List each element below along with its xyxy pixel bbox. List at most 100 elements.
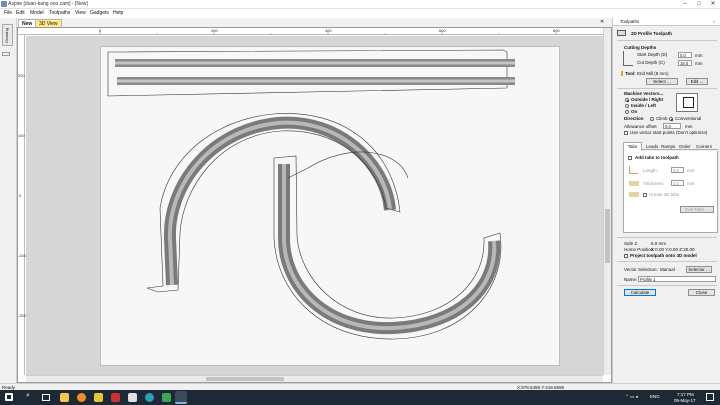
- length-label: Length:: [643, 168, 659, 173]
- maximize-button[interactable]: □: [692, 0, 706, 9]
- start-depth-input[interactable]: 0.0: [678, 52, 692, 58]
- tray-icons[interactable]: ⌃ ▭ ◂: [625, 394, 638, 400]
- menu-gadgets[interactable]: Gadgets: [90, 10, 109, 16]
- horizontal-scroll-thumb[interactable]: [206, 377, 284, 381]
- toolpath-drawing[interactable]: [18, 28, 613, 384]
- cut-depth-unit: mm: [695, 61, 703, 66]
- folder-icon[interactable]: [94, 393, 103, 402]
- divider: [617, 40, 717, 41]
- allowance-input[interactable]: 0.0: [663, 123, 681, 129]
- app-icon: [1, 1, 7, 7]
- thickness-unit: mm: [687, 181, 695, 186]
- name-label: Name:: [624, 277, 638, 282]
- menu-help[interactable]: Help: [113, 10, 123, 16]
- thickness-label: Thickness:: [643, 181, 665, 186]
- depth-diagram-icon: [623, 51, 633, 66]
- profile-toolpath-icon: [617, 30, 626, 36]
- 2d-view[interactable]: 0 200 400 600 800 200 100 0 -100 -200: [17, 27, 612, 383]
- project-toolpath-checkbox[interactable]: [624, 254, 628, 258]
- selector-button[interactable]: Selector ...: [686, 266, 712, 273]
- calculate-button[interactable]: Calculate: [624, 289, 656, 296]
- aspire-taskbar-icon[interactable]: [175, 391, 187, 404]
- length-icon: [629, 166, 638, 174]
- divider: [617, 285, 717, 286]
- climb-label: Climb: [656, 116, 668, 121]
- subtab-order[interactable]: Order: [679, 144, 691, 149]
- vector-selection-label: Vector Selection:: [624, 267, 658, 272]
- toolpaths-panel: Toolpaths ▫ 2D Profile Toolpath Cutting …: [612, 18, 720, 383]
- edit-tabs-button[interactable]: Edit Tabs ...: [680, 206, 714, 213]
- vector-selection-value: Manual: [660, 267, 675, 272]
- menu-view[interactable]: View: [75, 10, 86, 16]
- search-icon[interactable]: ⌕: [26, 392, 30, 400]
- horizontal-scrollbar[interactable]: [26, 375, 603, 382]
- drawing-panel-strip: Drawing: [0, 18, 17, 383]
- menu-toolpaths[interactable]: Toolpaths: [49, 10, 70, 16]
- notifications-icon[interactable]: [706, 393, 714, 401]
- menu-file[interactable]: File: [4, 10, 12, 16]
- thickness-icon: [629, 181, 639, 186]
- menu-model[interactable]: Model: [30, 10, 44, 16]
- toolpath-name-input[interactable]: Profile 1: [638, 276, 716, 282]
- on-label: On: [631, 109, 638, 114]
- tab-new[interactable]: New: [18, 19, 37, 27]
- add-tabs-checkbox[interactable]: [628, 156, 632, 160]
- arduino-icon[interactable]: [145, 393, 154, 402]
- add-tabs-label: Add tabs to toolpath: [635, 155, 679, 160]
- vertical-scroll-thumb[interactable]: [605, 209, 610, 263]
- vector-start-label: Use vector start points (Don't optimize): [630, 130, 708, 135]
- edit-tool-button[interactable]: Edit ...: [686, 78, 708, 85]
- thickness-input[interactable]: 2.0: [671, 180, 684, 186]
- inside-left-radio[interactable]: [625, 104, 629, 108]
- tool-label: Tool:: [625, 71, 636, 76]
- language-indicator[interactable]: ENG: [650, 394, 660, 399]
- file-explorer-icon[interactable]: [60, 393, 69, 402]
- subtab-ramps[interactable]: Ramps: [661, 144, 675, 149]
- task-view-icon[interactable]: [42, 394, 50, 401]
- start-depth-unit: mm: [695, 53, 703, 58]
- close-view-icon[interactable]: ✕: [600, 19, 604, 25]
- panel-pin-icon[interactable]: ▫: [713, 19, 715, 24]
- windows-start-icon[interactable]: [5, 393, 13, 401]
- start-depth-label: Start Depth (D): [637, 52, 668, 57]
- climb-radio[interactable]: [650, 117, 654, 121]
- firefox-icon[interactable]: [77, 393, 86, 402]
- outside-right-radio[interactable]: [625, 98, 629, 102]
- subtab-leads[interactable]: Leads: [646, 144, 658, 149]
- subtab-corners[interactable]: Corners: [696, 144, 712, 149]
- on-radio[interactable]: [625, 110, 629, 114]
- panel-title: Toolpaths: [620, 19, 640, 24]
- clock-date[interactable]: 05-May-17: [674, 398, 696, 403]
- app-icon-red[interactable]: [111, 393, 120, 402]
- create-3d-tabs-label: Create 3D tabs: [649, 192, 680, 197]
- conventional-label: Conventional: [675, 116, 702, 121]
- safe-z-value: 6.0 mm: [651, 241, 667, 246]
- drawing-tab[interactable]: Drawing: [2, 24, 13, 46]
- pin-icon[interactable]: [2, 52, 10, 56]
- clock-time[interactable]: 7:17 PM: [677, 392, 694, 397]
- length-input[interactable]: 5.0: [671, 167, 684, 173]
- app-icon-gray[interactable]: [128, 393, 137, 402]
- close-panel-button[interactable]: Close: [688, 289, 715, 296]
- safe-z-label: Safe Z: [624, 241, 638, 246]
- taskbar: ⌕ ⌃ ▭ ◂ ENG 7:17 PM 05-May-17: [0, 390, 720, 405]
- tabs-page: Add tabs to toolpath Length: 5.0 mm Thic…: [623, 151, 718, 233]
- close-window-button[interactable]: ✕: [706, 0, 720, 9]
- length-unit: mm: [687, 168, 695, 173]
- vertical-scrollbar[interactable]: [603, 28, 611, 375]
- vector-start-checkbox[interactable]: [624, 131, 628, 135]
- minimize-button[interactable]: –: [678, 0, 692, 9]
- subtab-tabs[interactable]: Tabs: [623, 142, 642, 151]
- conventional-radio[interactable]: [669, 117, 673, 121]
- create-3d-tabs-checkbox[interactable]: [643, 193, 647, 197]
- cut-depth-label: Cut Depth (C): [637, 60, 665, 65]
- app-icon-green[interactable]: [162, 393, 171, 402]
- tab-3d-view[interactable]: 3D View: [35, 19, 62, 27]
- view-tabs: New 3D View ✕: [17, 18, 612, 27]
- divider: [617, 237, 717, 238]
- preview-shape: [683, 97, 694, 108]
- select-tool-button[interactable]: Select ...: [646, 78, 678, 85]
- menu-edit[interactable]: Edit: [16, 10, 25, 16]
- menu-bar: File Edit Model Toolpaths View Gadgets H…: [0, 9, 720, 18]
- cut-depth-input[interactable]: 18.0: [678, 60, 692, 66]
